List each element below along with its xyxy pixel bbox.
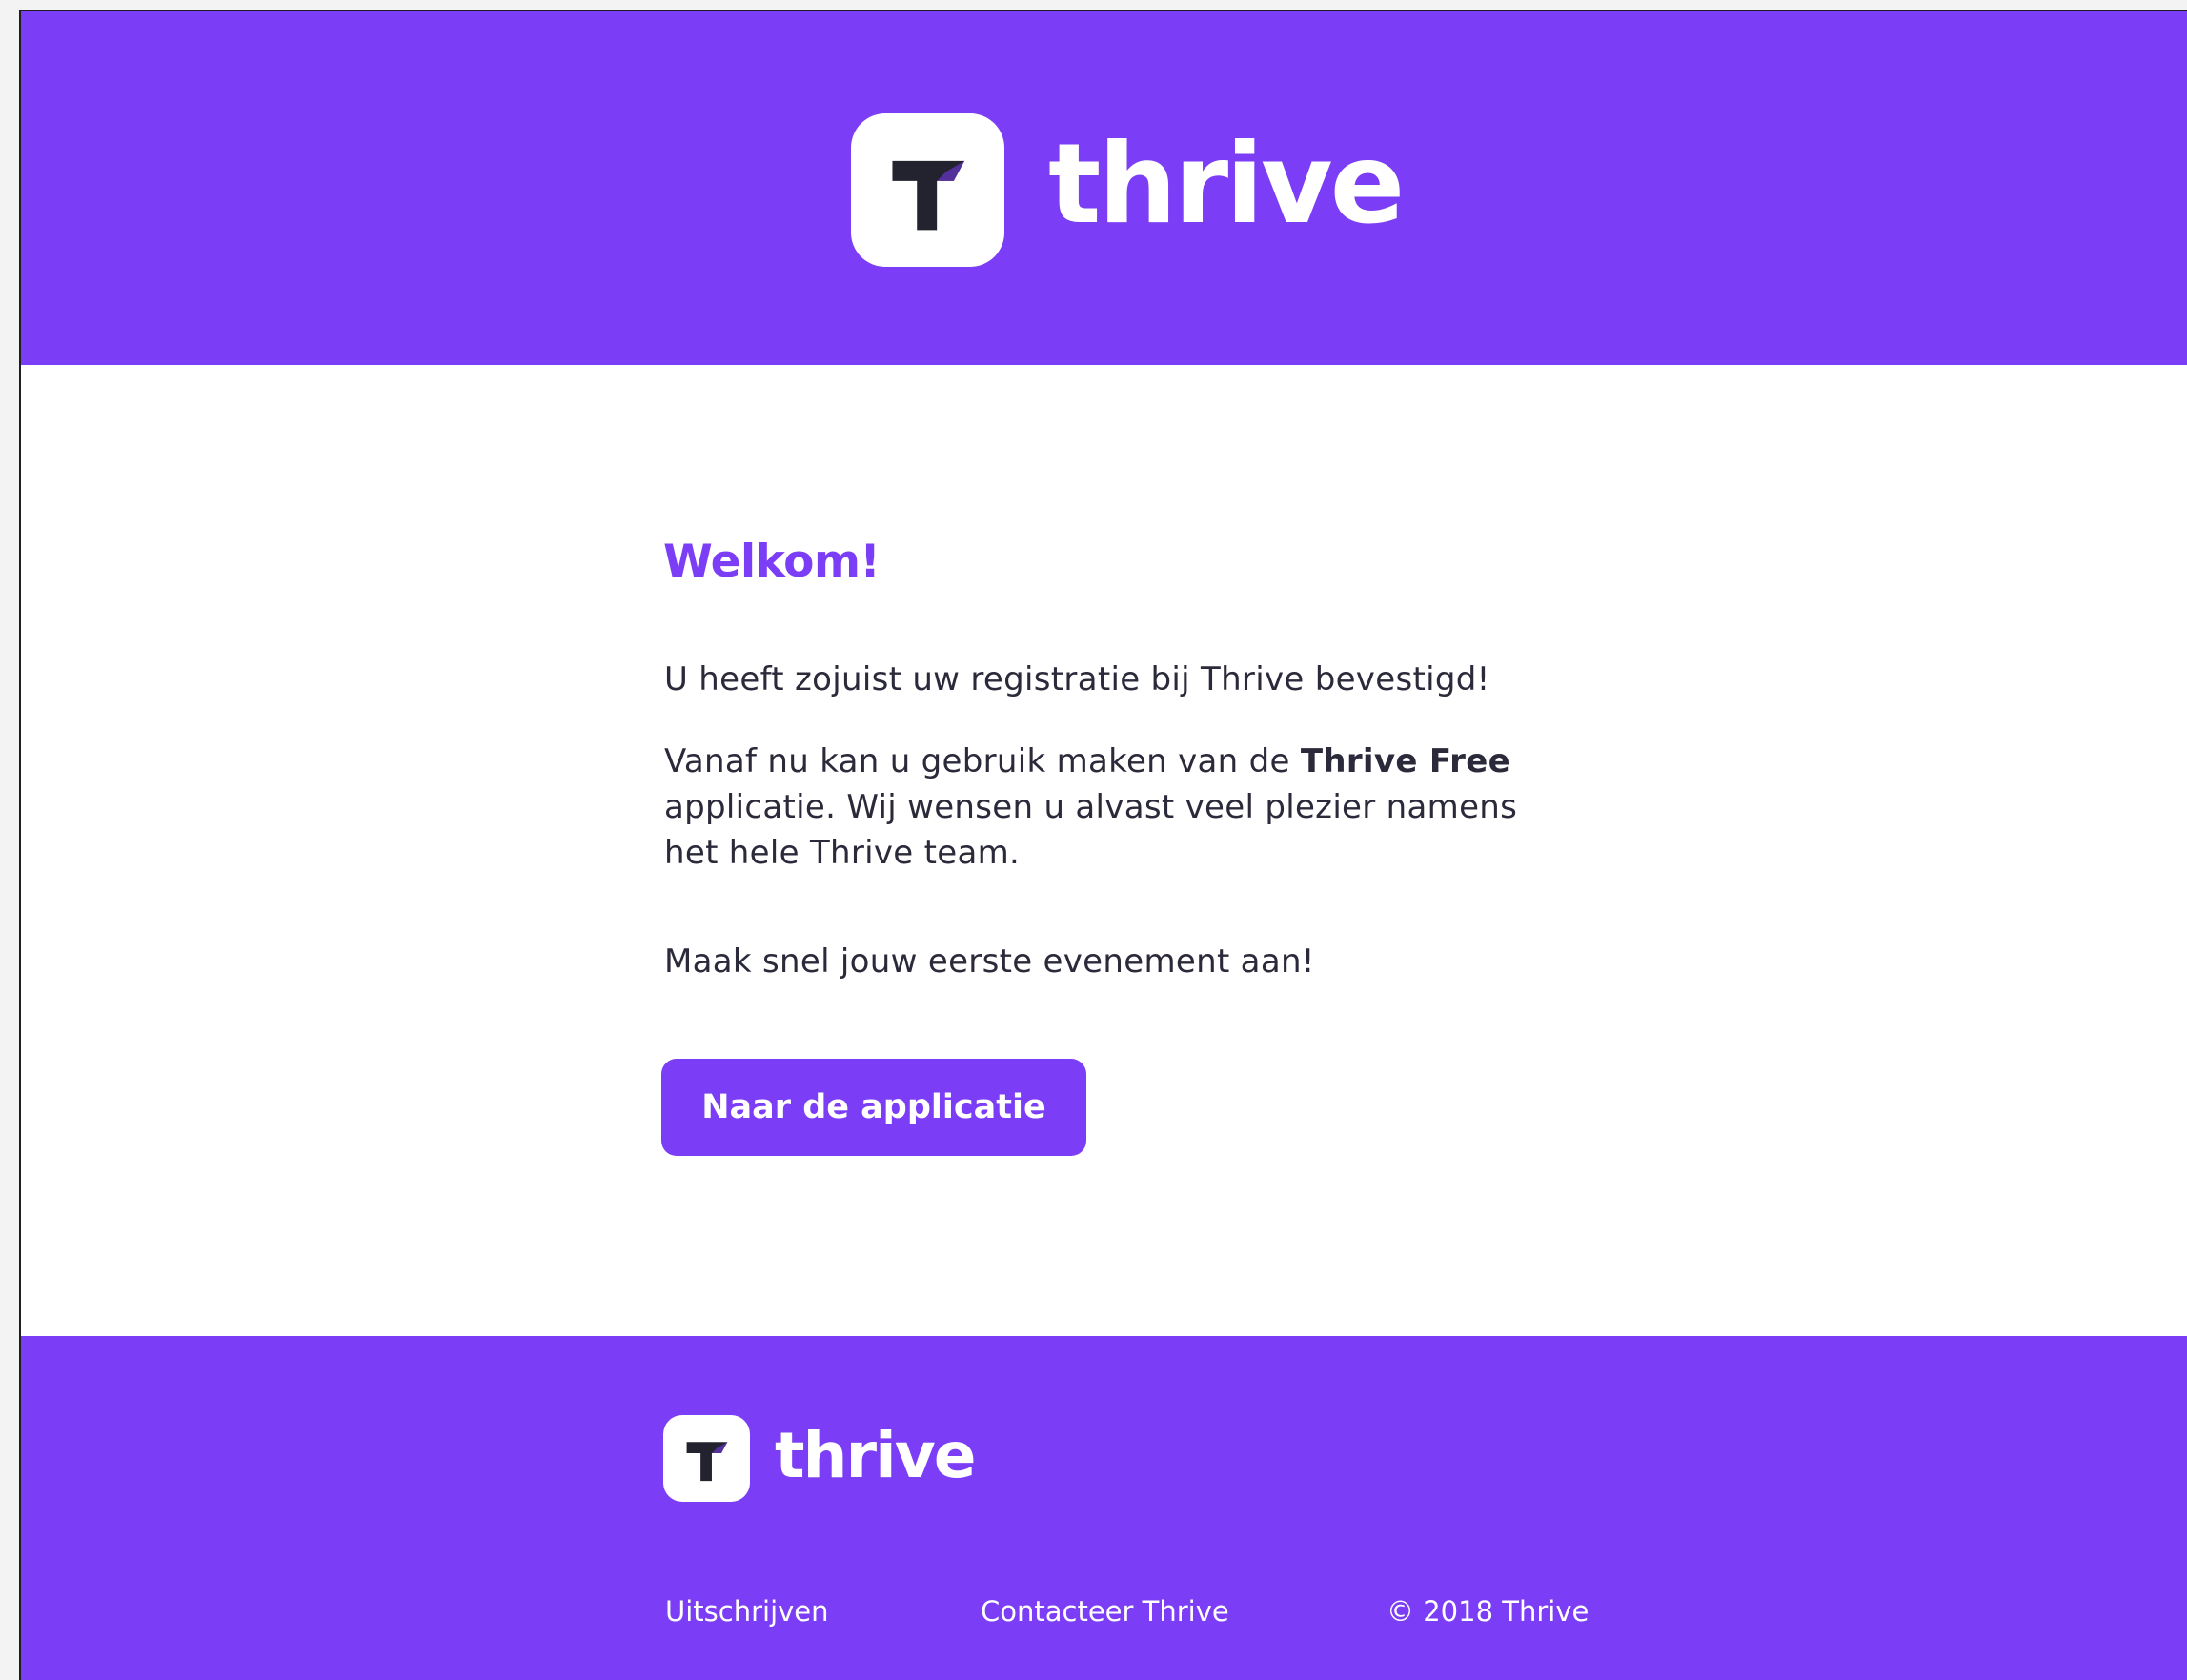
footer-brand-wordmark: thrive [775,1418,976,1492]
open-app-button[interactable]: Naar de applicatie [661,1059,1086,1156]
intro-text-start: Vanaf nu kan u gebruik maken van de [664,742,1301,780]
header-logo[interactable]: thrive [851,112,1405,268]
welcome-headline: Welkom! [663,536,881,588]
brand-wordmark: thrive [1048,119,1405,249]
call-to-action-text: Maak snel jouw eerste evenement aan! [664,942,1315,981]
thrive-t-logo-icon [663,1415,750,1502]
thrive-t-logo-icon [851,113,1004,267]
email-footer: thrive Uitschrijven Contacteer Thrive © … [21,1336,2187,1680]
intro-text-end: applicatie. Wij wensen u alvast veel ple… [664,788,1518,872]
copyright-text: © 2018 Thrive [1387,1595,1590,1628]
footer-logo[interactable]: thrive [663,1415,976,1502]
email-header: thrive [21,11,2187,365]
contact-link[interactable]: Contacteer Thrive [981,1595,1229,1628]
confirmation-text: U heeft zojuist uw registratie bij Thriv… [664,660,1490,698]
page-background [0,0,19,1680]
intro-text: Vanaf nu kan u gebruik maken van de Thri… [664,739,1579,876]
unsubscribe-link[interactable]: Uitschrijven [665,1595,829,1628]
product-name: Thrive Free [1300,742,1510,780]
footer-links: Uitschrijven Contacteer Thrive © 2018 Th… [663,1595,1597,1633]
email-body: thrive Welkom! U heeft zojuist uw regist… [19,10,2187,1680]
